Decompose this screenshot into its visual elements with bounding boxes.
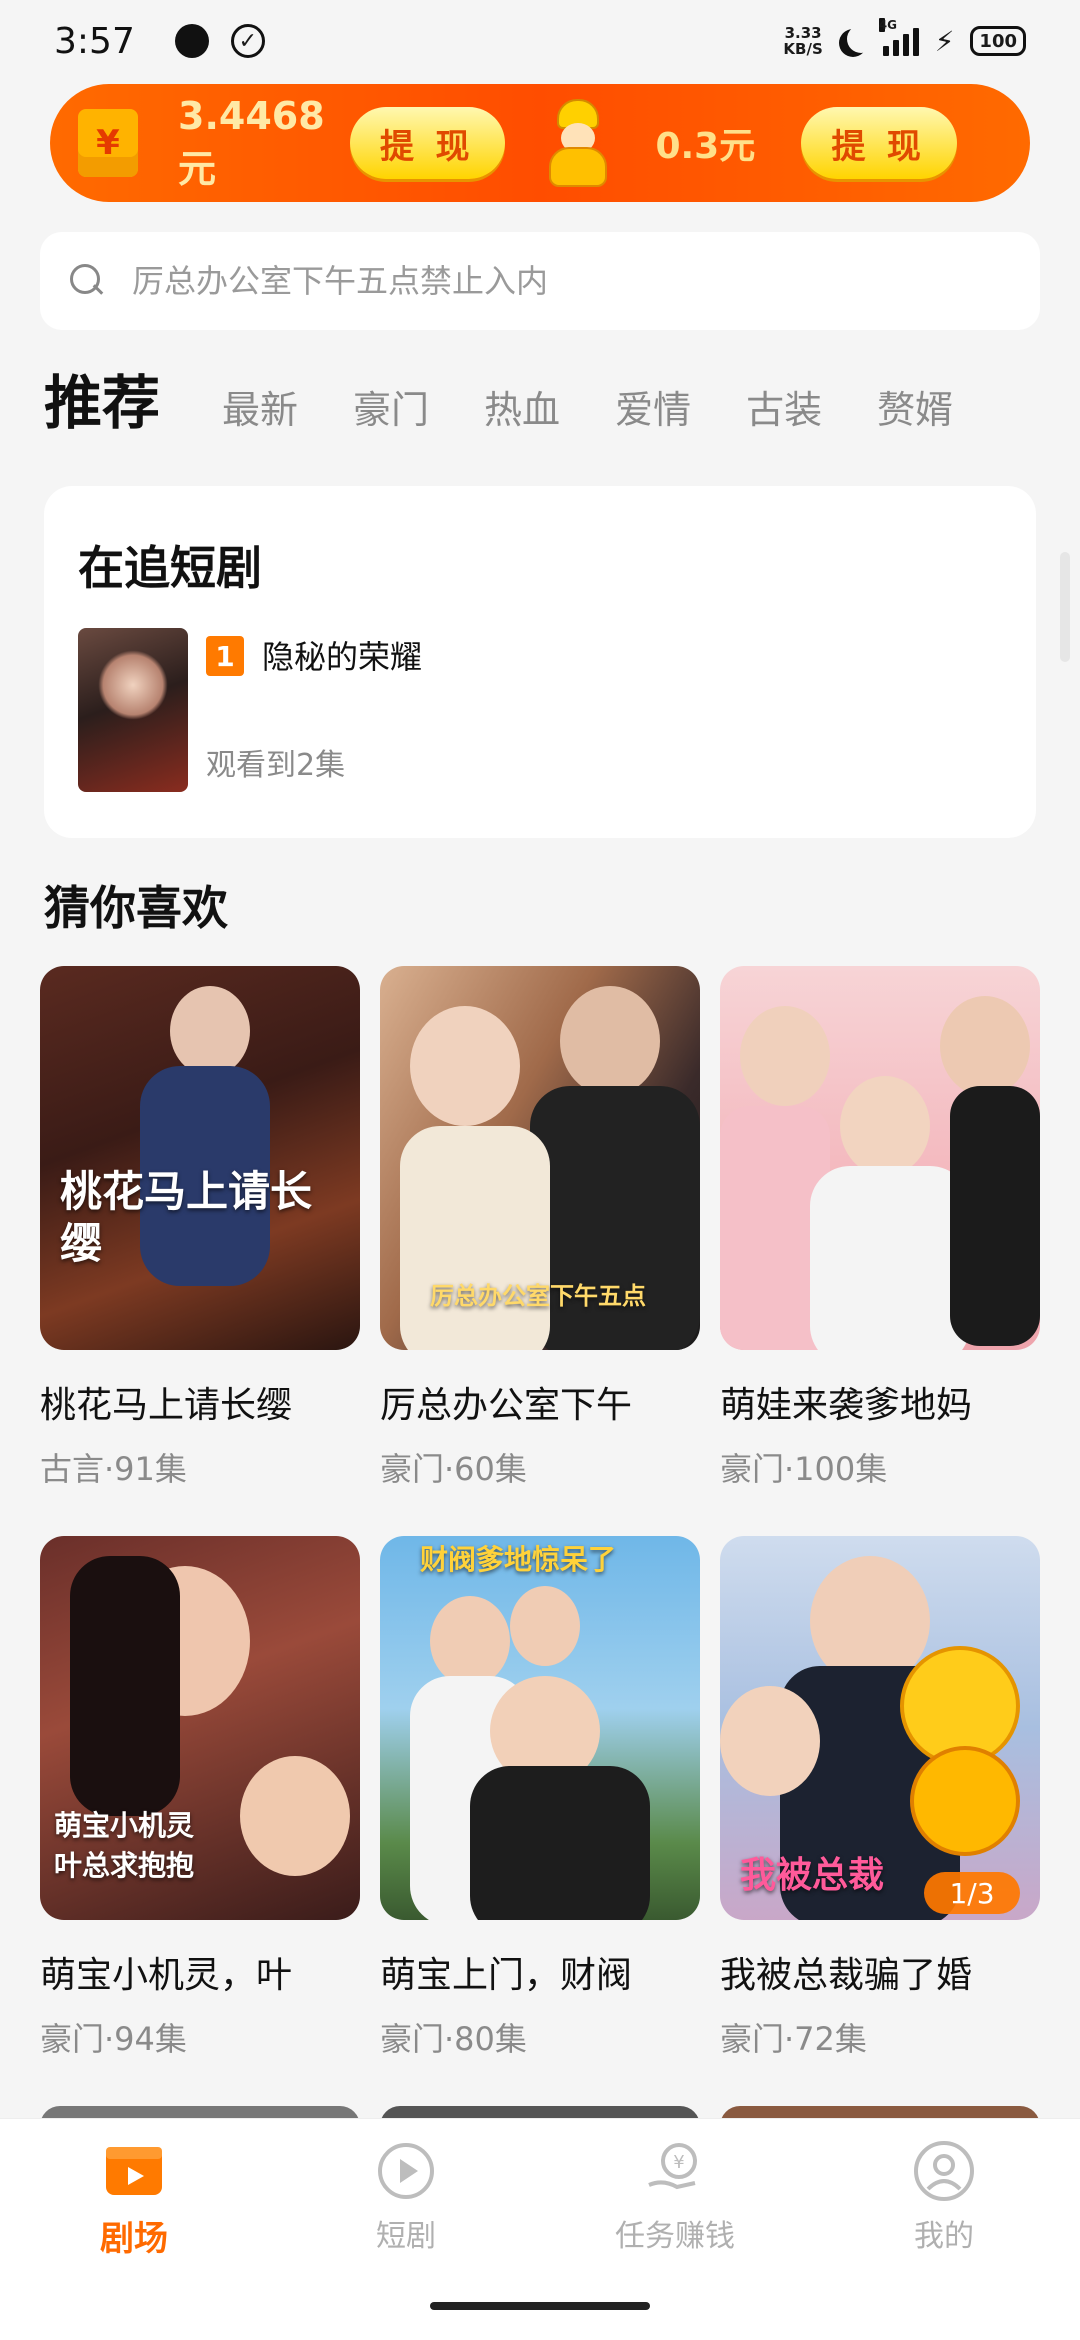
battery-indicator: 100 xyxy=(970,26,1026,56)
drama-meta: 豪门·94集 xyxy=(40,2020,187,2058)
check-circle-icon: ✓ xyxy=(230,24,265,58)
tab-recommend[interactable]: 推荐 xyxy=(44,356,160,440)
theater-icon xyxy=(102,2139,166,2203)
following-drama-name[interactable]: 隐秘的荣耀 xyxy=(262,632,422,678)
reward-banner: ¥ 3.4468元 提 现 0.3元 提 现 xyxy=(50,84,1030,202)
do-not-disturb-moon-icon xyxy=(847,25,875,53)
drama-meta: 豪门·60集 xyxy=(380,1450,527,1488)
drama-card[interactable]: 萌宝小机灵 叶总求抱抱 萌宝小机灵，叶 豪门·94集 xyxy=(40,1536,360,2060)
recommend-title: 猜你喜欢 xyxy=(44,881,228,935)
fortune-god-icon xyxy=(543,99,613,187)
drama-meta: 豪门·80集 xyxy=(380,2020,527,2058)
drama-meta: 豪门·100集 xyxy=(720,1450,888,1488)
drama-card[interactable]: 财阀爹地惊呆了 萌宝上门，财阀 豪门·80集 xyxy=(380,1536,700,2060)
poster-caption: 桃花马上请长缨 xyxy=(60,1167,313,1268)
coin-hand-icon: ¥ xyxy=(643,2139,707,2203)
poster-caption: 我被总裁 xyxy=(740,1855,885,1896)
withdraw-button-cash[interactable]: 提 现 xyxy=(350,107,506,179)
drama-title[interactable]: 萌娃来袭爹地妈 xyxy=(720,1376,1040,1428)
drama-poster[interactable]: 厉总办公室下午五点 xyxy=(380,966,700,1350)
nav-earn-money[interactable]: ¥ 任务赚钱 xyxy=(585,2139,765,2255)
cell-signal-icon: 4G xyxy=(878,18,919,56)
drama-poster[interactable]: 财阀爹地惊呆了 xyxy=(380,1536,700,1920)
following-section: 在追短剧 1 隐秘的荣耀 观看到2集 xyxy=(44,486,1036,838)
rank-badge: 1 xyxy=(206,636,244,676)
following-item[interactable]: 1 隐秘的荣耀 观看到2集 xyxy=(78,628,806,792)
drama-poster[interactable]: 萌宝小机灵 叶总求抱抱 xyxy=(40,1536,360,1920)
tab-romance[interactable]: 爱情 xyxy=(615,379,691,434)
search-input[interactable] xyxy=(130,261,990,301)
search-bar[interactable] xyxy=(40,232,1040,330)
tab-latest[interactable]: 最新 xyxy=(222,379,298,434)
notification-dot-icon xyxy=(174,24,209,58)
nav-short-drama-label: 短剧 xyxy=(376,2219,436,2254)
bonus-balance: 0.3元 xyxy=(655,126,756,167)
cash-balance: 3.4468元 xyxy=(178,93,325,191)
drama-poster[interactable]: 我被总裁 1/3 xyxy=(720,1536,1040,1920)
following-poster[interactable] xyxy=(78,628,188,792)
nav-short-drama[interactable]: 短剧 xyxy=(316,2139,496,2255)
drama-title[interactable]: 桃花马上请长缨 xyxy=(40,1376,360,1428)
drama-card[interactable]: 我被总裁 1/3 我被总裁骗了婚 豪门·72集 xyxy=(720,1536,1040,2060)
drama-title[interactable]: 萌宝上门，财阀 xyxy=(380,1946,700,1998)
nav-theater[interactable]: 剧场 xyxy=(44,2139,224,2260)
poster-caption: 厉总办公室下午五点 xyxy=(430,1282,646,1310)
charging-bolt-icon: ⚡ xyxy=(934,24,955,58)
drama-title[interactable]: 厉总办公室下午 xyxy=(380,1376,700,1428)
status-time: 3:57 xyxy=(54,20,135,62)
tab-wealthy[interactable]: 豪门 xyxy=(353,379,429,434)
network-speed-value: 3.33 xyxy=(784,24,822,42)
scrollbar[interactable] xyxy=(1060,552,1070,662)
tab-costume[interactable]: 古装 xyxy=(746,379,822,434)
drama-poster[interactable] xyxy=(720,966,1040,1350)
withdraw-button-bonus[interactable]: 提 现 xyxy=(801,107,957,179)
poster-caption: 萌宝小机灵 叶总求抱抱 xyxy=(54,1809,195,1882)
play-circle-icon xyxy=(374,2139,438,2203)
drama-meta: 古言·91集 xyxy=(40,1450,187,1488)
watch-progress: 观看到2集 xyxy=(206,748,346,783)
poster-caption: 财阀爹地惊呆了 xyxy=(420,1543,617,1576)
nav-theater-label: 剧场 xyxy=(100,2219,168,2259)
red-packet-icon: ¥ xyxy=(78,109,138,177)
drama-title[interactable]: 我被总裁骗了婚 xyxy=(720,1946,1040,1998)
nav-profile[interactable]: 我的 xyxy=(854,2139,1034,2255)
following-title: 在追短剧 xyxy=(78,541,262,595)
nav-profile-label: 我的 xyxy=(914,2219,974,2254)
status-bar: 3:57 ✓ 3.33 KB/S 4G ⚡ 100 xyxy=(0,0,1080,82)
status-indicators: 3.33 KB/S 4G ⚡ 100 xyxy=(783,18,1026,58)
network-type: 4G xyxy=(878,18,897,32)
drama-card[interactable]: 萌娃来袭爹地妈 豪门·100集 xyxy=(720,966,1040,1490)
nav-earn-money-label: 任务赚钱 xyxy=(615,2219,735,2254)
search-icon xyxy=(70,264,104,298)
drama-poster[interactable]: 桃花马上请长缨 xyxy=(40,966,360,1350)
tab-son-in-law[interactable]: 赘婿 xyxy=(877,379,953,434)
network-speed: 3.33 KB/S xyxy=(783,25,822,57)
svg-text:¥: ¥ xyxy=(673,2152,684,2173)
profile-icon xyxy=(912,2139,976,2203)
drama-meta: 豪门·72集 xyxy=(720,2020,867,2058)
network-speed-unit: KB/S xyxy=(783,40,823,58)
drama-card[interactable]: 厉总办公室下午五点 厉总办公室下午 豪门·60集 xyxy=(380,966,700,1490)
home-indicator[interactable] xyxy=(430,2302,650,2310)
drama-card[interactable]: 桃花马上请长缨 桃花马上请长缨 古言·91集 xyxy=(40,966,360,1490)
page-indicator-badge: 1/3 xyxy=(924,1872,1020,1914)
tab-action[interactable]: 热血 xyxy=(484,379,560,434)
drama-title[interactable]: 萌宝小机灵，叶 xyxy=(40,1946,360,1998)
category-tabs: 推荐 最新 豪门 热血 爱情 古装 赘婿 xyxy=(44,356,1008,437)
